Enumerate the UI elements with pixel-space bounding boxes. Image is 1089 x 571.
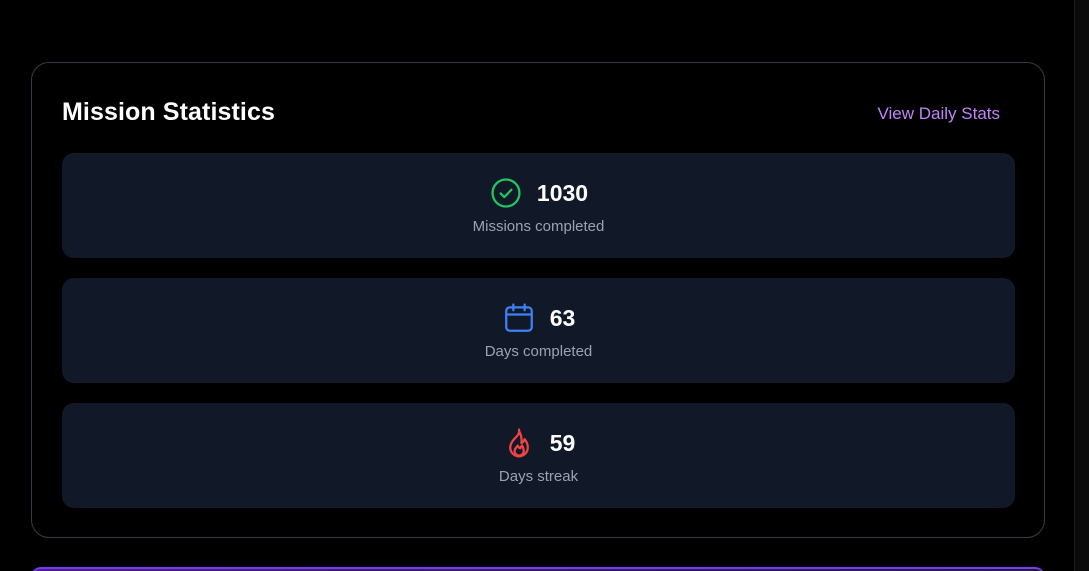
stat-value: 59 — [549, 429, 576, 456]
mission-statistics-card: Mission Statistics View Daily Stats 1030… — [31, 62, 1045, 538]
stat-label: Days completed — [484, 343, 593, 360]
flame-icon — [502, 426, 536, 460]
card-title: Mission Statistics — [62, 98, 275, 126]
stat-header: 63 — [62, 300, 1015, 336]
scrollbar[interactable] — [1074, 0, 1089, 571]
stat-missions-completed: 1030 Missions completed — [62, 153, 1015, 258]
check-circle-icon — [489, 176, 523, 210]
stat-header: 1030 — [62, 175, 1015, 211]
stat-label: Days streak — [498, 468, 579, 485]
stat-days-streak: 59 Days streak — [62, 403, 1015, 508]
stat-value: 1030 — [536, 179, 589, 206]
next-card-edge — [31, 567, 1045, 571]
stat-days-completed: 63 Days completed — [62, 278, 1015, 383]
page: Mission Statistics View Daily Stats 1030… — [0, 0, 1089, 571]
calendar-icon — [502, 301, 536, 335]
stat-header: 59 — [62, 425, 1015, 461]
stat-value: 63 — [549, 304, 576, 331]
stat-label: Missions completed — [472, 218, 605, 235]
view-daily-stats-link[interactable]: View Daily Stats — [877, 104, 1000, 124]
